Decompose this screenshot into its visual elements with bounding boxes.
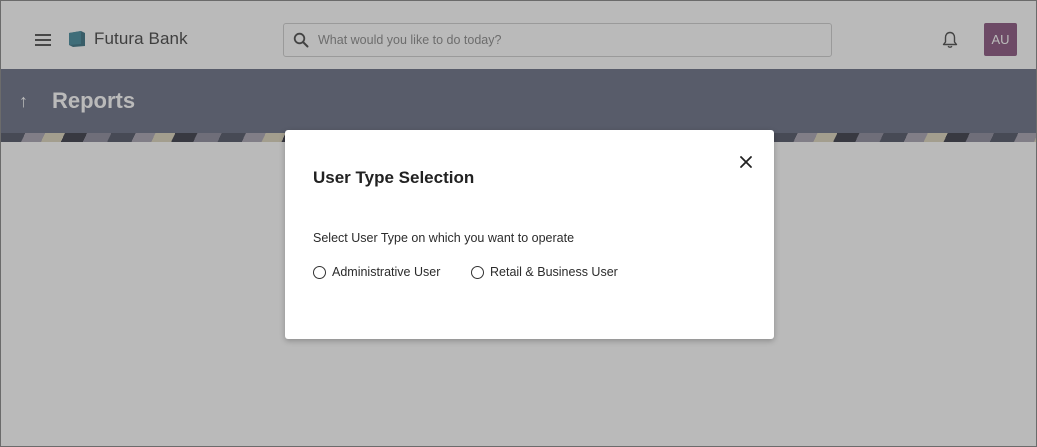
dialog-title: User Type Selection: [313, 168, 475, 187]
radio-button-icon[interactable]: [471, 265, 484, 279]
app-window: Futura Bank AU ↑ Reports User Type Selec…: [0, 0, 1037, 447]
radio-administrative-user[interactable]: Administrative User: [313, 263, 440, 281]
radio-label: Retail & Business User: [490, 265, 618, 279]
radio-label: Administrative User: [332, 265, 441, 279]
radio-retail-business-user[interactable]: Retail & Business User: [471, 263, 618, 281]
radio-button-icon[interactable]: [313, 265, 326, 279]
close-icon[interactable]: [738, 154, 754, 170]
user-type-selection-dialog: User Type Selection Select User Type on …: [285, 130, 774, 339]
dialog-description: Select User Type on which you want to op…: [313, 231, 575, 245]
